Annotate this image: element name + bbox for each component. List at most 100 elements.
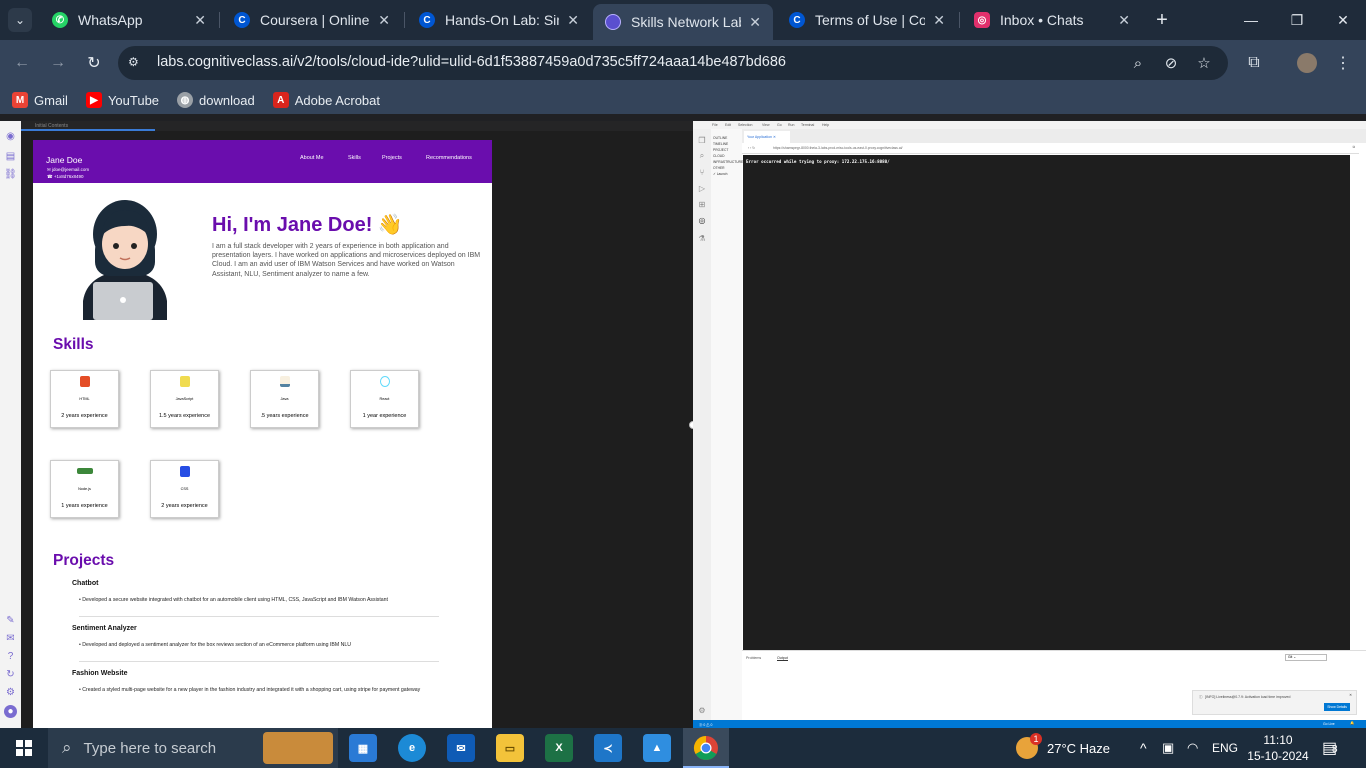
section-cloud[interactable]: CLOUD INFRASTRUCTURE: [713, 153, 743, 165]
ide-side-panel: OUTLINE TIMELINE PROJECT CLOUD INFRASTRU…: [711, 129, 743, 721]
taskbar-search[interactable]: ⌕ Type here to search: [48, 728, 338, 768]
user-icon[interactable]: ●: [4, 705, 17, 718]
url-text[interactable]: labs.cognitiveclass.ai/v2/tools/cloud-id…: [157, 54, 786, 70]
restore-button[interactable]: ❐: [1274, 0, 1320, 40]
testing-icon[interactable]: ⚗: [697, 233, 707, 243]
profile-button[interactable]: [1295, 51, 1319, 75]
zoom-icon[interactable]: ⌕: [1128, 53, 1148, 73]
extensions-icon[interactable]: ⊞: [697, 199, 707, 209]
files-icon[interactable]: ❐: [697, 135, 707, 145]
skills-network-toolbox-icon[interactable]: ◎: [697, 215, 707, 225]
bell-icon[interactable]: 🔔: [1350, 721, 1354, 725]
close-icon[interactable]: ✕: [933, 12, 945, 29]
chat-icon[interactable]: ✉: [4, 632, 17, 645]
site-info-icon[interactable]: ⚙: [128, 55, 144, 71]
bookmark-gmail[interactable]: M Gmail: [12, 92, 68, 108]
tab-output[interactable]: Output: [777, 656, 788, 661]
start-button[interactable]: [0, 728, 48, 768]
menu-file[interactable]: File: [712, 123, 718, 127]
eye-off-icon[interactable]: ⊘: [1161, 53, 1181, 73]
menu-run[interactable]: Run: [788, 123, 794, 127]
editor-tab-your-application[interactable]: Your Application ✕: [744, 131, 790, 143]
output-channel-select[interactable]: Git ⌄: [1285, 654, 1327, 661]
excel-icon[interactable]: X: [545, 734, 573, 762]
address-bar[interactable]: ⚙ labs.cognitiveclass.ai/v2/tools/cloud-…: [118, 46, 1228, 80]
menu-selection[interactable]: Selection: [738, 123, 752, 127]
network-wifi-icon[interactable]: ◠: [1187, 728, 1198, 768]
feedback-icon[interactable]: ✎: [4, 614, 17, 627]
nav-projects[interactable]: Projects: [382, 155, 402, 161]
bookmarks-bar: M Gmail ▶ YouTube ◍ download A Adobe Acrobat: [0, 86, 1366, 114]
help-icon[interactable]: ?: [4, 650, 17, 663]
refresh-icon[interactable]: ↻: [4, 668, 17, 681]
tab-hands-on-lab[interactable]: C Hands-On Lab: Single ✕: [407, 6, 591, 34]
menu-button[interactable]: ⋮: [1331, 51, 1355, 75]
back-button[interactable]: ←: [10, 51, 34, 75]
close-icon[interactable]: ✕: [194, 12, 206, 29]
show-details-button[interactable]: Show Details: [1324, 703, 1350, 711]
menu-view[interactable]: View: [762, 123, 770, 127]
menu-go[interactable]: Go: [777, 123, 782, 127]
webview-url[interactable]: https://shamspegr-8000.theia-3-labs-prod…: [773, 146, 902, 150]
link-icon[interactable]: ⛓: [4, 168, 17, 181]
close-icon[interactable]: ✕: [1349, 693, 1352, 697]
meet-now-icon[interactable]: ▣: [1162, 728, 1174, 768]
forward-button[interactable]: →: [46, 51, 70, 75]
mail-icon[interactable]: ✉: [447, 734, 475, 762]
menu-edit[interactable]: Edit: [725, 123, 731, 127]
status-go-live[interactable]: Go Live: [1323, 722, 1335, 726]
projects-heading: Projects: [53, 552, 115, 569]
launch-item[interactable]: ✓ Launch: [713, 171, 740, 177]
language-indicator[interactable]: ENG: [1212, 728, 1238, 768]
status-problems[interactable]: ⓪ 0 ⚠ 0: [699, 722, 712, 727]
close-icon[interactable]: ✕: [1118, 12, 1130, 29]
settings-icon[interactable]: ⚙: [4, 686, 17, 699]
webview-nav-icons[interactable]: ‹ › ↻: [748, 146, 755, 150]
bookmark-star-icon[interactable]: ☆: [1194, 53, 1214, 73]
clock[interactable]: 11:10 15-10-2024: [1244, 728, 1312, 768]
reload-button[interactable]: ↻: [82, 51, 106, 75]
search-icon[interactable]: ⌕: [697, 151, 707, 161]
tab-coursera[interactable]: C Coursera | Online Cou ✕: [222, 6, 402, 34]
vscode-icon[interactable]: ≺: [594, 734, 622, 762]
acrobat-icon: A: [272, 92, 289, 108]
close-icon[interactable]: ✕: [749, 14, 761, 31]
debug-icon[interactable]: ▷: [697, 183, 707, 193]
nav-about-me[interactable]: About Me: [300, 155, 324, 161]
close-window-button[interactable]: ✕: [1320, 0, 1366, 40]
nav-skills[interactable]: Skills: [348, 155, 361, 161]
tab-skills-network-labs[interactable]: Skills Network Labs ✕: [593, 4, 773, 40]
source-control-icon[interactable]: ⑂: [697, 167, 707, 177]
weather-widget[interactable]: 1 27°C Haze: [1016, 728, 1110, 768]
project-title: Fashion Website: [72, 670, 128, 677]
document-icon[interactable]: ▤: [4, 150, 17, 163]
notification-center-button[interactable]: ▤ 8: [1322, 728, 1338, 768]
tab-search-button[interactable]: ⌄: [8, 8, 32, 32]
chrome-taskbar-active[interactable]: [683, 728, 729, 768]
tab-instagram-inbox[interactable]: ◎ Inbox • Chats ✕: [962, 6, 1142, 34]
open-external-icon[interactable]: ⧉: [1353, 145, 1355, 149]
close-icon[interactable]: ✕: [378, 12, 390, 29]
nodejs-icon: [77, 468, 93, 474]
tab-whatsapp[interactable]: ✆ WhatsApp ✕: [40, 6, 218, 34]
tab-terms-of-use[interactable]: C Terms of Use | Course ✕: [777, 6, 957, 34]
file-explorer-icon[interactable]: ▭: [496, 734, 524, 762]
microsoft-store-icon[interactable]: ▦: [349, 734, 377, 762]
skills-network-icon[interactable]: ◉: [4, 130, 17, 143]
new-tab-button[interactable]: +: [1150, 8, 1174, 32]
minimize-button[interactable]: —: [1228, 0, 1274, 40]
close-icon[interactable]: ✕: [567, 12, 579, 29]
extensions-button[interactable]: ⧉: [1242, 51, 1266, 75]
menu-terminal[interactable]: Terminal: [801, 123, 814, 127]
show-hidden-icons[interactable]: ^: [1140, 728, 1147, 768]
bookmark-download[interactable]: ◍ download: [177, 92, 255, 108]
menu-help[interactable]: Help: [822, 123, 829, 127]
tab-problems[interactable]: Problems: [746, 656, 761, 660]
bookmark-youtube[interactable]: ▶ YouTube: [85, 92, 159, 108]
photos-icon[interactable]: ▲: [643, 734, 671, 762]
search-icon: ⌕: [62, 738, 72, 757]
nav-recommendations[interactable]: Recommendations: [426, 155, 472, 161]
edge-icon[interactable]: e: [398, 734, 426, 762]
bookmark-adobe-acrobat[interactable]: A Adobe Acrobat: [272, 92, 380, 108]
settings-icon[interactable]: ⚙: [697, 705, 707, 715]
